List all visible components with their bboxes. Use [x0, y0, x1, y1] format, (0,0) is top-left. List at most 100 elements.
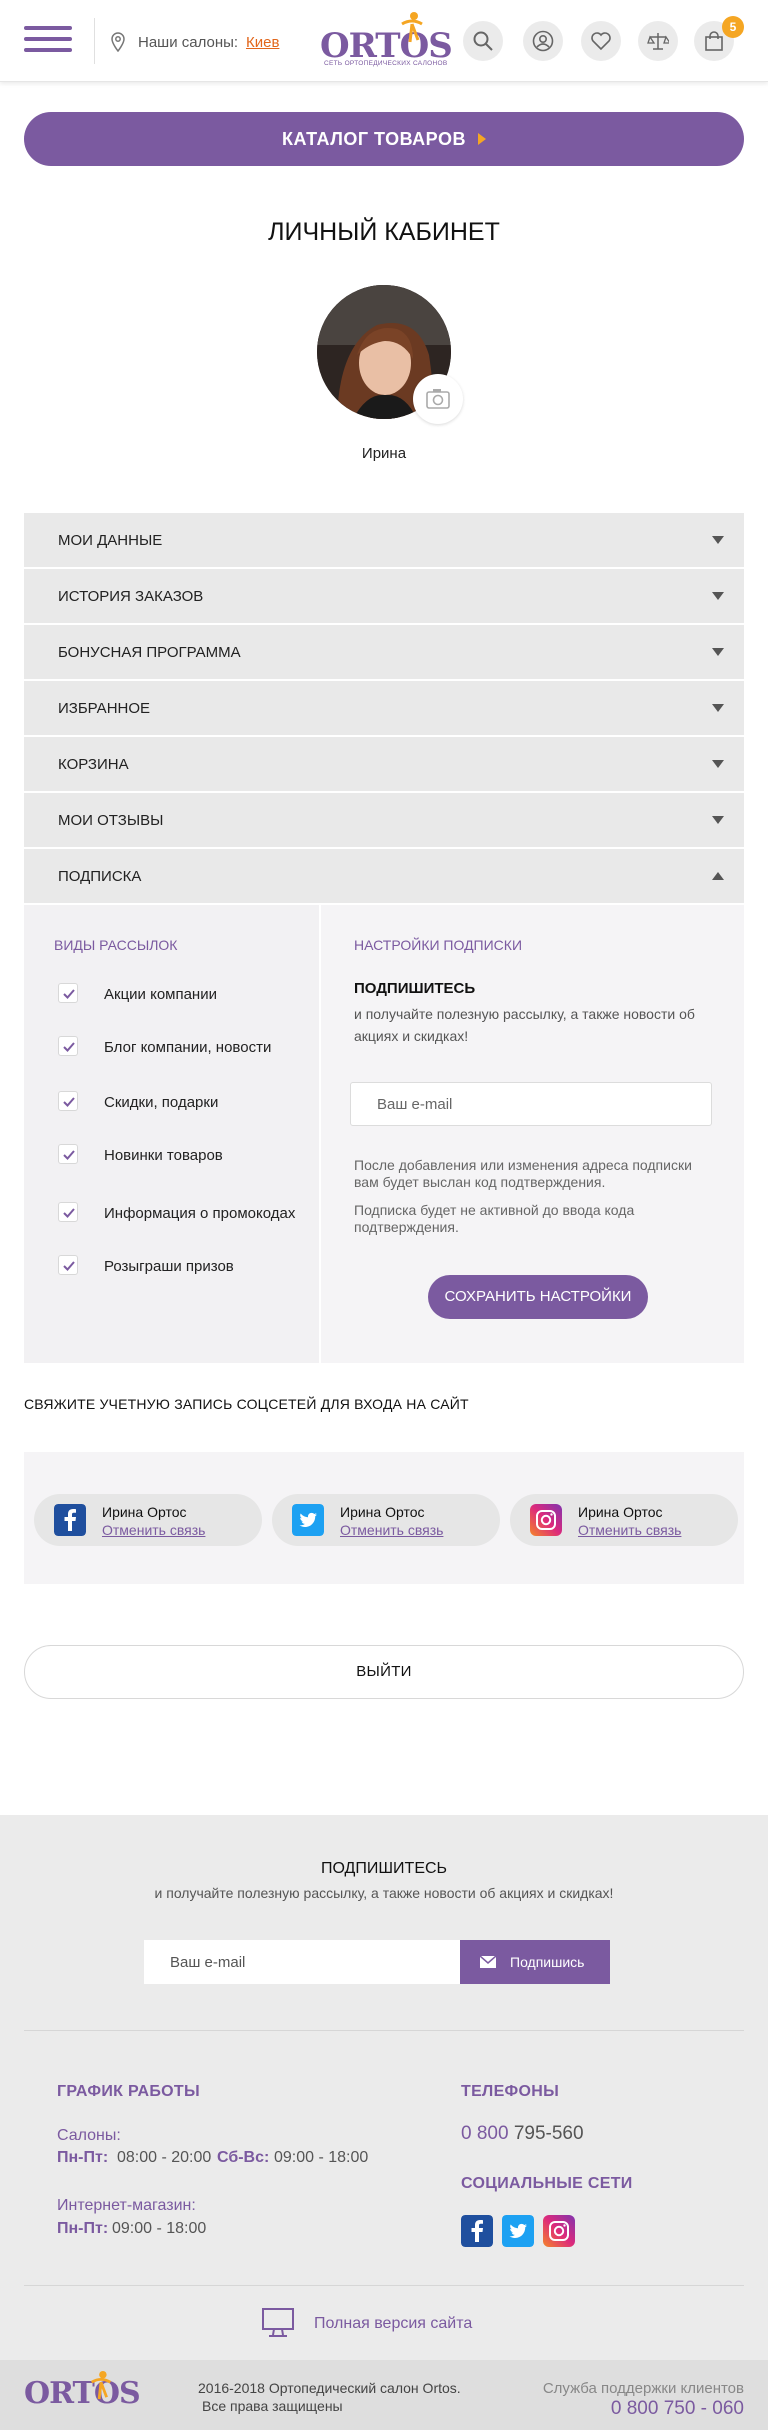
- weekend-label: Сб-Вс:: [217, 2149, 270, 2166]
- footer-email-input[interactable]: [144, 1940, 460, 1984]
- footer-subscribe-button[interactable]: Подпишись: [460, 1940, 610, 1984]
- unlink-twitter-link[interactable]: Отменить связь: [340, 1522, 443, 1538]
- social-networks-title: СОЦИАЛЬНЫЕ СЕТИ: [461, 2175, 633, 2192]
- weekdays-label: Пн-Пт:: [57, 2149, 109, 2166]
- subscription-settings-title: НАСТРОЙКИ ПОДПИСКИ: [354, 937, 523, 953]
- header-divider: [94, 18, 95, 64]
- accordion-bonus-program[interactable]: БОНУСНАЯ ПРОГРАММА: [24, 625, 744, 679]
- subscription-panel: ВИДЫ РАССЫЛОК Акции компании Блог компан…: [24, 905, 744, 1363]
- checkbox-promocodes[interactable]: [58, 1202, 78, 1222]
- chevron-down-icon: [712, 760, 724, 768]
- salons-label: Наши салоны:: [138, 34, 239, 51]
- check-icon: [63, 1097, 75, 1107]
- check-icon: [63, 989, 75, 999]
- accordion-my-data[interactable]: МОИ ДАННЫЕ: [24, 513, 744, 567]
- social-account-name: Ирина Ортос: [102, 1504, 187, 1520]
- chevron-down-icon: [712, 592, 724, 600]
- eshop-hours-label: Интернет-магазин:: [57, 2197, 196, 2214]
- favorites-button[interactable]: [581, 21, 621, 61]
- accordion-subscription[interactable]: ПОДПИСКА: [24, 849, 744, 903]
- accordion-label: ИЗБРАННОЕ: [58, 700, 151, 717]
- instagram-icon[interactable]: [543, 2215, 575, 2247]
- site-logo[interactable]: ORTOS СЕТЬ ОРТОПЕДИЧЕСКИХ САЛОНОВ: [320, 10, 453, 70]
- compare-button[interactable]: [638, 21, 678, 61]
- twitter-icon[interactable]: [502, 2215, 534, 2247]
- menu-burger-icon[interactable]: [24, 26, 72, 56]
- chevron-down-icon: [712, 816, 724, 824]
- accordion-label: ИСТОРИЯ ЗАКАЗОВ: [58, 588, 204, 605]
- footer-logo[interactable]: ORTOS: [24, 2376, 141, 2411]
- caret-right-icon: [477, 133, 486, 145]
- location-pin-icon: [111, 32, 125, 52]
- support-phone[interactable]: 0 800 750 - 060: [611, 2398, 744, 2420]
- accordion-label: БОНУСНАЯ ПРОГРАММА: [58, 644, 241, 661]
- check-icon: [63, 1150, 75, 1160]
- city-link[interactable]: Киев: [246, 34, 279, 51]
- checkbox-label: Новинки товаров: [104, 1147, 223, 1164]
- logout-button[interactable]: ВЫЙТИ: [24, 1645, 744, 1699]
- instagram-account: Ирина Ортос Отменить связь: [510, 1494, 738, 1546]
- checkbox-label: Скидки, подарки: [104, 1094, 219, 1111]
- cart-count-badge: 5: [722, 16, 744, 38]
- catalog-button[interactable]: КАТАЛОГ ТОВАРОВ: [24, 112, 744, 166]
- facebook-icon: [54, 1504, 86, 1536]
- facebook-icon[interactable]: [461, 2215, 493, 2247]
- checkbox-promotions[interactable]: [58, 983, 78, 1003]
- footer-divider: [24, 2285, 744, 2286]
- site-header: Наши салоны: Киев ORTOS СЕТЬ ОРТОПЕДИЧЕС…: [0, 0, 768, 82]
- heart-icon: [591, 32, 611, 51]
- checkbox-label: Акции компании: [104, 986, 217, 1003]
- unlink-facebook-link[interactable]: Отменить связь: [102, 1522, 205, 1538]
- check-icon: [63, 1208, 75, 1218]
- checkbox-new-products[interactable]: [58, 1144, 78, 1164]
- envelope-icon: [480, 1956, 496, 1968]
- checkbox-giveaways[interactable]: [58, 1255, 78, 1275]
- checkbox-label: Информация о промокодах: [104, 1205, 296, 1222]
- full-version-link[interactable]: Полная версия сайта: [314, 2315, 472, 2333]
- check-icon: [63, 1261, 75, 1271]
- user-icon: [532, 30, 554, 52]
- accordion-label: МОИ ДАННЫЕ: [58, 532, 163, 549]
- accordion-label: ПОДПИСКА: [58, 868, 142, 885]
- facebook-account: Ирина Ортос Отменить связь: [34, 1494, 262, 1546]
- footer-subscribe-title: ПОДПИШИТЕСЬ: [320, 1860, 448, 1877]
- footer-phone[interactable]: 0 800 795-560: [461, 2123, 584, 2145]
- subscribe-title: ПОДПИШИТЕСЬ: [354, 980, 476, 997]
- chevron-up-icon: [712, 872, 724, 880]
- accordion-my-reviews[interactable]: МОИ ОТЗЫВЫ: [24, 793, 744, 847]
- eshop-hours: 09:00 - 18:00: [112, 2220, 207, 2237]
- subscribe-description: и получайте полезную рассылку, а также н…: [354, 1006, 695, 1044]
- search-icon: [473, 31, 493, 51]
- confirmation-note: После добавления или изменения адреса по…: [354, 1157, 692, 1190]
- bottom-bar: ORTOS 2016-2018 Ортопедический салон Ort…: [0, 2360, 768, 2430]
- inactive-note: Подписка будет не активной до ввода кода…: [354, 1202, 635, 1235]
- checkbox-label: Розыграши призов: [104, 1258, 234, 1275]
- catalog-label: КАТАЛОГ ТОВАРОВ: [282, 129, 466, 149]
- accordion-cart[interactable]: КОРЗИНА: [24, 737, 744, 791]
- mailing-types-column: ВИДЫ РАССЫЛОК Акции компании Блог компан…: [24, 905, 321, 1363]
- search-button[interactable]: [463, 21, 503, 61]
- subscription-email-input[interactable]: [350, 1082, 712, 1126]
- monitor-icon: [262, 2308, 294, 2337]
- accordion-favorites[interactable]: ИЗБРАННОЕ: [24, 681, 744, 735]
- checkbox-blog[interactable]: [58, 1036, 78, 1056]
- instagram-icon: [530, 1504, 562, 1536]
- save-settings-button[interactable]: СОХРАНИТЬ НАСТРОЙКИ: [428, 1275, 648, 1319]
- change-photo-button[interactable]: [413, 374, 463, 424]
- accordion-order-history[interactable]: ИСТОРИЯ ЗАКАЗОВ: [24, 569, 744, 623]
- scales-icon: [647, 33, 669, 50]
- weekdays-hours: 08:00 - 20:00: [117, 2149, 212, 2166]
- footer-subscribe-description: и получайте полезную рассылку, а также н…: [154, 1885, 614, 1901]
- social-link-title: СВЯЖИТЕ УЧЕТНУЮ ЗАПИСЬ СОЦСЕТЕЙ ДЛЯ ВХОД…: [24, 1396, 469, 1412]
- logo-figure-icon: [401, 12, 423, 43]
- checkbox-discounts[interactable]: [58, 1091, 78, 1111]
- mailing-types-title: ВИДЫ РАССЫЛОК: [54, 937, 178, 953]
- phone-prefix: 0 800: [461, 2123, 509, 2144]
- social-account-name: Ирина Ортос: [340, 1504, 425, 1520]
- unlink-instagram-link[interactable]: Отменить связь: [578, 1522, 681, 1538]
- account-button[interactable]: [523, 21, 563, 61]
- footer-divider: [24, 2030, 744, 2031]
- user-name: Ирина: [361, 445, 407, 462]
- checkbox-label: Блог компании, новости: [104, 1039, 272, 1056]
- check-icon: [63, 1042, 75, 1052]
